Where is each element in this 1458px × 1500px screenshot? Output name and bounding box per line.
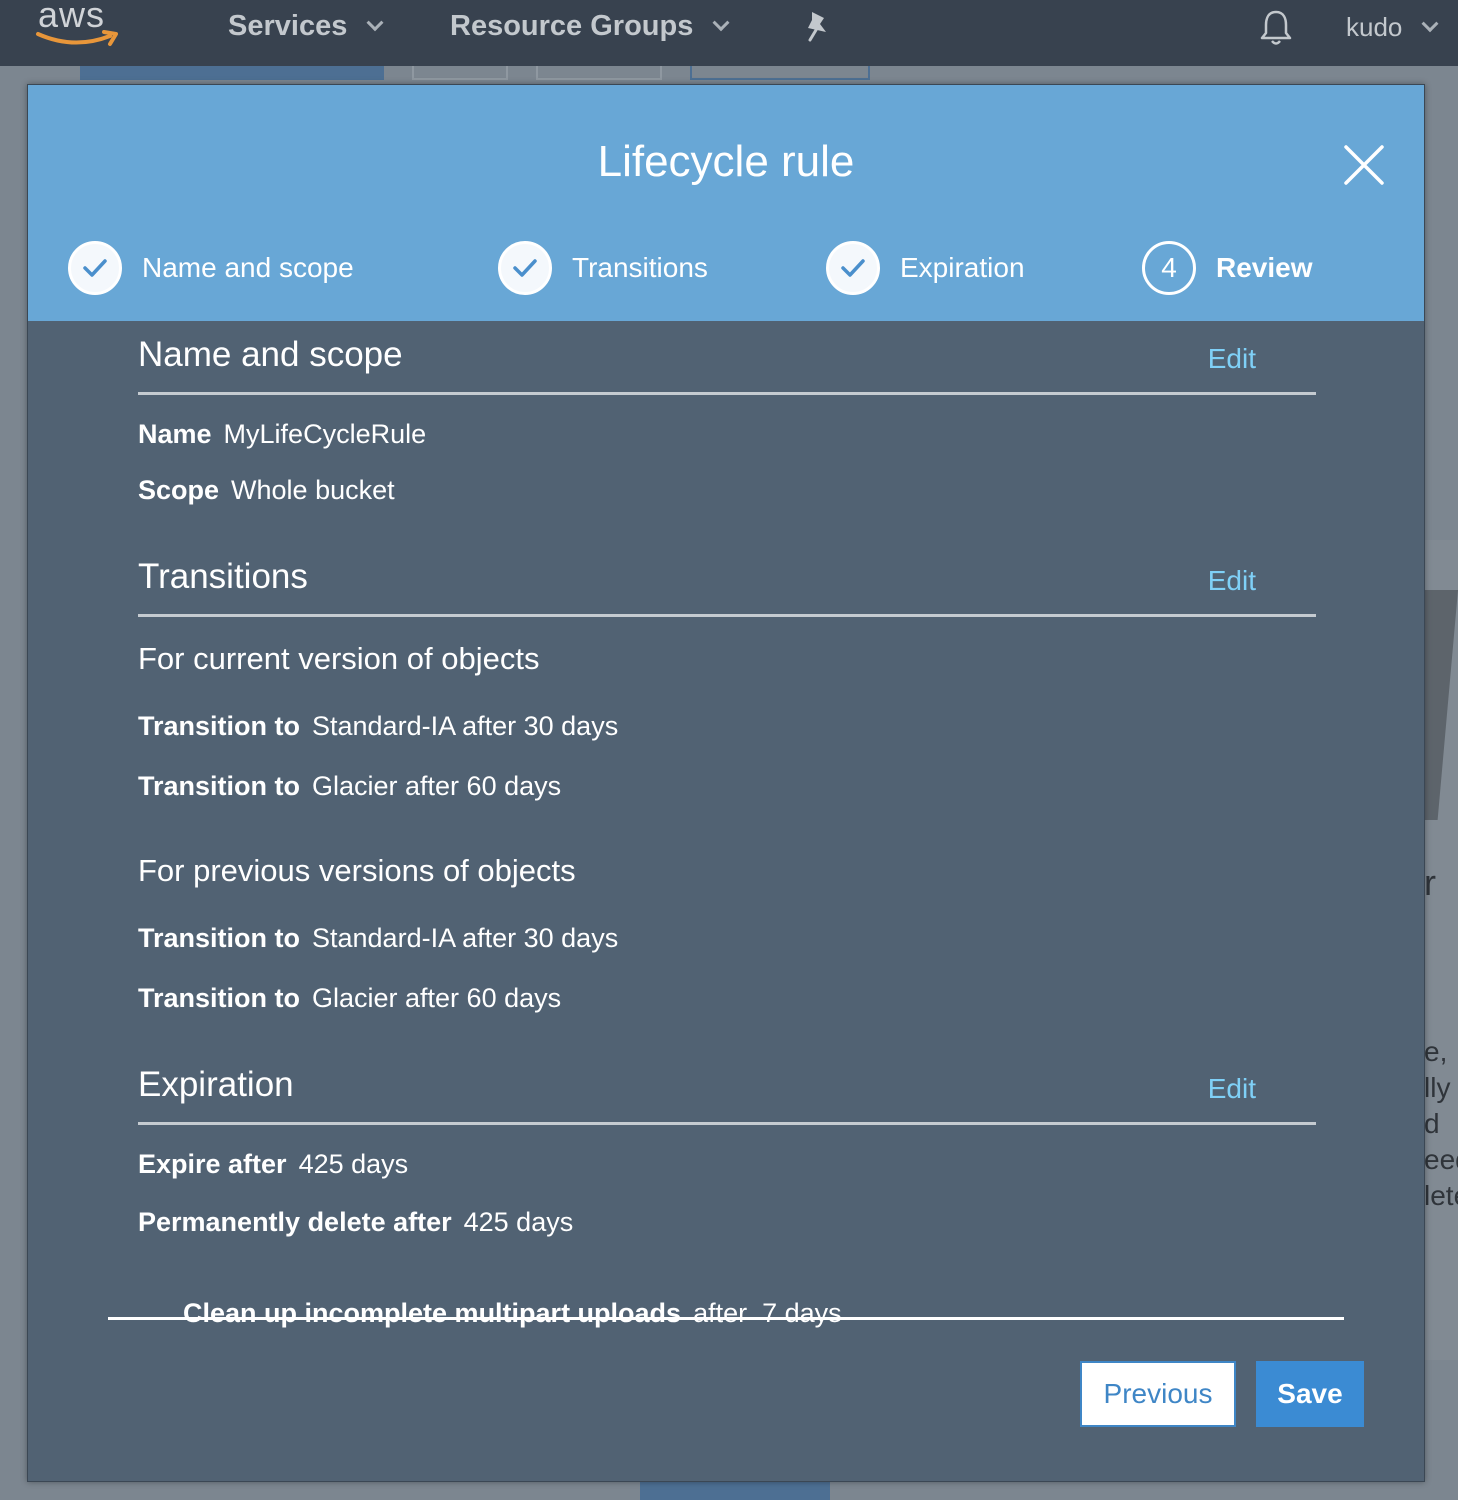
background-text: e,	[1424, 1036, 1448, 1067]
delete-row: Permanently delete after 425 days	[138, 1207, 573, 1238]
step-label: Review	[1216, 252, 1313, 283]
section-title: Expiration	[138, 1065, 294, 1104]
background-get-started-button	[640, 1482, 830, 1500]
transition-label: Transition to	[138, 711, 300, 741]
footer-divider	[108, 1317, 1344, 1320]
close-icon[interactable]	[1342, 143, 1386, 187]
check-icon	[498, 241, 552, 295]
background-text: lly	[1424, 1072, 1451, 1103]
section-header-transitions: Transitions Edit	[138, 543, 1316, 617]
cleanup-label: Clean up incomplete multipart uploads	[183, 1298, 682, 1328]
expire-label: Expire after	[138, 1149, 287, 1179]
transition-label: Transition to	[138, 923, 300, 953]
transition-row: Transition to Glacier after 60 days	[138, 983, 561, 1014]
step-label: Transitions	[572, 252, 708, 283]
cleanup-value: after 7 days	[693, 1298, 842, 1328]
chevron-down-icon	[712, 13, 730, 31]
transition-row: Transition to Standard-IA after 30 days	[138, 711, 618, 742]
background-tab	[412, 66, 508, 80]
chevron-down-icon	[1421, 14, 1439, 32]
section-title: Transitions	[138, 557, 308, 596]
section-header-expiration: Expiration Edit	[138, 1051, 1316, 1125]
current-version-heading: For current version of objects	[138, 641, 540, 676]
transition-value: Glacier after 60 days	[312, 983, 562, 1013]
scope-row: Scope Whole bucket	[138, 475, 395, 506]
chevron-down-icon	[366, 13, 384, 31]
logo-smile-icon	[36, 30, 118, 46]
user-menu[interactable]: kudo	[1346, 12, 1439, 43]
section-header-name-scope: Name and scope Edit	[138, 321, 1316, 395]
transition-value: Standard-IA after 30 days	[312, 923, 619, 953]
resource-groups-menu[interactable]: Resource Groups	[450, 10, 730, 43]
services-menu[interactable]: Services	[228, 10, 384, 43]
name-label: Name	[138, 419, 212, 449]
name-value: MyLifeCycleRule	[223, 419, 427, 449]
step-transitions[interactable]: Transitions	[498, 241, 708, 295]
pin-icon[interactable]	[802, 10, 832, 49]
transition-label: Transition to	[138, 983, 300, 1013]
step-expiration[interactable]: Expiration	[826, 241, 1025, 295]
services-label: Services	[228, 10, 348, 42]
background-text: d	[1424, 1108, 1440, 1139]
check-icon	[68, 241, 122, 295]
expire-row: Expire after 425 days	[138, 1149, 408, 1180]
step-label: Name and scope	[142, 252, 354, 283]
background-tab	[536, 66, 662, 80]
previous-versions-heading: For previous versions of objects	[138, 853, 576, 888]
transition-row: Transition to Standard-IA after 30 days	[138, 923, 618, 954]
section-title: Name and scope	[138, 335, 403, 374]
aws-logo[interactable]: aws	[34, 0, 124, 54]
transition-row: Transition to Glacier after 60 days	[138, 771, 561, 802]
transition-label: Transition to	[138, 771, 300, 801]
expire-value: 425 days	[298, 1149, 409, 1179]
scope-value: Whole bucket	[231, 475, 395, 505]
step-name-and-scope[interactable]: Name and scope	[68, 241, 354, 295]
background-tab	[80, 66, 384, 80]
background-text: eed	[1424, 1144, 1458, 1175]
bell-icon[interactable]	[1258, 8, 1294, 53]
delete-label: Permanently delete after	[138, 1207, 452, 1237]
previous-button[interactable]: Previous	[1080, 1361, 1236, 1427]
modal-header: Lifecycle rule Name and scope Transition…	[28, 85, 1424, 321]
edit-name-scope-link[interactable]: Edit	[1208, 343, 1256, 375]
check-icon	[826, 241, 880, 295]
step-review[interactable]: 4 Review	[1142, 241, 1313, 295]
step-number-badge: 4	[1142, 241, 1196, 295]
save-button[interactable]: Save	[1256, 1361, 1364, 1427]
modal-title: Lifecycle rule	[597, 137, 855, 186]
transition-value: Standard-IA after 30 days	[312, 711, 619, 741]
background-text: lete	[1424, 1180, 1458, 1211]
edit-transitions-link[interactable]: Edit	[1208, 565, 1256, 597]
cleanup-row: Clean up incomplete multipart uploads aft…	[138, 1267, 842, 1360]
lifecycle-rule-modal: Lifecycle rule Name and scope Transition…	[27, 84, 1425, 1482]
delete-value: 425 days	[463, 1207, 574, 1237]
resource-groups-label: Resource Groups	[450, 10, 694, 42]
transition-value: Glacier after 60 days	[312, 771, 562, 801]
background-text: r	[1424, 862, 1436, 903]
scope-label: Scope	[138, 475, 220, 505]
edit-expiration-link[interactable]: Edit	[1208, 1073, 1256, 1105]
step-label: Expiration	[900, 252, 1025, 283]
name-row: Name MyLifeCycleRule	[138, 419, 426, 450]
background-tab	[690, 66, 870, 80]
top-nav: aws Services Resource Groups kudo	[0, 0, 1458, 66]
user-name: kudo	[1346, 12, 1403, 42]
